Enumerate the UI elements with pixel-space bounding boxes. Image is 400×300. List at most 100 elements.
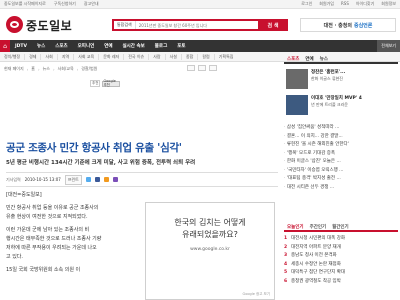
nav-item-entertainment[interactable]: 연예 bbox=[99, 43, 117, 49]
nav-more-button[interactable]: 전체보기 bbox=[377, 40, 400, 52]
breadcrumb-separator: › bbox=[37, 66, 40, 72]
list-item[interactable]: 4 세종시 수정안 논란 재점화 bbox=[284, 261, 398, 270]
login-link[interactable]: 로그인 bbox=[301, 1, 312, 7]
breadcrumb-item[interactable]: 뉴스 bbox=[43, 66, 50, 72]
feature-item[interactable]: 이대호 '만장일치 MVP' 4 년 만에 트리플 크라운 bbox=[284, 93, 398, 119]
subnav-item[interactable]: 문화 레저 bbox=[99, 53, 125, 60]
facebook-icon[interactable] bbox=[94, 177, 100, 182]
article-subhead: 5년 평균 비행시간 134시간 기준에 크게 미달, 사고 위험 증폭, 전투… bbox=[6, 160, 196, 166]
nav-item-blog[interactable]: 블로그 bbox=[150, 43, 172, 49]
list-item[interactable]: 5 대덕특구 첨단 연구단지 확대 bbox=[284, 269, 398, 278]
search-button[interactable]: 검 색 bbox=[258, 19, 288, 31]
find-id-link[interactable]: 아이디찾기 bbox=[356, 1, 374, 7]
article-paragraph: 민간 항공사 취업 등을 이유로 공군 조종사의 유출 현상이 여전한 것으로 지… bbox=[6, 205, 99, 220]
print-icon[interactable] bbox=[209, 65, 217, 71]
subnav-item[interactable]: 사설 bbox=[166, 53, 182, 60]
home-icon[interactable]: ⌂ bbox=[0, 40, 10, 52]
google-recommend-button[interactable]: Google 추천 bbox=[102, 79, 121, 87]
subnav-item[interactable]: 사회 교육 bbox=[74, 53, 100, 60]
nav-item-photo[interactable]: 포토 bbox=[172, 43, 190, 49]
sidebar-tabs: 스포츠 연예 뉴스 bbox=[284, 55, 398, 64]
site-logo[interactable]: 중도일보 bbox=[26, 17, 72, 34]
list-item[interactable]: 한화 이글스 '삼진' 오늘은 ... bbox=[284, 158, 398, 167]
article-tools bbox=[187, 65, 217, 71]
breadcrumb-item[interactable]: 사회/교육 bbox=[58, 66, 74, 72]
feature-thumbnail[interactable] bbox=[286, 95, 308, 115]
subnav-item[interactable]: 사회 bbox=[41, 53, 58, 60]
logo-icon[interactable] bbox=[6, 16, 23, 33]
list-item[interactable]: 류현진 '올 시즌 해외진출 안한다' bbox=[284, 141, 398, 150]
google-ad-box[interactable]: 한국의 김치는 어떻게 유래되었을까요? www.google.co.kr Go… bbox=[145, 202, 275, 300]
breadcrumb-label: 현재 페이지 bbox=[4, 66, 24, 71]
member-info-link[interactable]: 회원정보 bbox=[381, 1, 396, 7]
list-item[interactable]: 6 충청권 광역철도 착공 임박 bbox=[284, 278, 398, 287]
nav-item-jdtv[interactable]: JDTV bbox=[10, 44, 32, 49]
ad-url[interactable]: www.google.co.kr bbox=[146, 247, 274, 252]
breadcrumb-separator: › bbox=[52, 66, 55, 72]
list-item[interactable]: 3 충남도 청사 이전 본격화 bbox=[284, 252, 398, 261]
list-item[interactable]: '행복' 모드로 기대감 증폭 bbox=[284, 150, 398, 159]
feature-desc: 한화 이글스 류현진 bbox=[311, 76, 343, 81]
article-dateline: [대전=중도일보] bbox=[6, 192, 42, 198]
subscribe-link[interactable]: 구독신청하기 bbox=[54, 1, 76, 7]
nav-item-news[interactable]: 뉴스 bbox=[32, 43, 50, 49]
subnav-item[interactable]: 기획특집 bbox=[215, 54, 238, 60]
tab-weekly-popular[interactable]: 주간인기 bbox=[307, 223, 330, 230]
main-nav: ⌂ JDTV 뉴스 스포츠 오피니언 연예 실시간 속보 블로그 포토 전체보기 bbox=[0, 40, 400, 52]
feature-item[interactable]: 정찬은 '홈런포'... 한화 이글스 류현진 bbox=[284, 67, 398, 93]
tab-sports[interactable]: 스포츠 bbox=[284, 55, 302, 62]
breadcrumb-item[interactable]: 홈 bbox=[31, 66, 35, 72]
feature-title[interactable]: 정찬은 '홈런포'... bbox=[311, 69, 345, 75]
tab-entertainment[interactable]: 연예 bbox=[302, 55, 316, 62]
ad-attribution[interactable]: Google 광고 보기 bbox=[243, 292, 270, 297]
search-input[interactable] bbox=[135, 21, 258, 29]
promo-highlight: 중심언론 bbox=[353, 22, 373, 29]
list-item[interactable]: 삼성 '집안싸움' 성적따라 ... bbox=[284, 124, 398, 133]
list-item[interactable]: 대전 시티즌 선두 경쟁 ... bbox=[284, 184, 398, 193]
popular-list: 1 대전시청 시민편의 대폭 강화 2 대전지역 아파트 분양 재개 3 충남도 청사… bbox=[284, 235, 398, 286]
font-larger-icon[interactable] bbox=[187, 65, 195, 71]
ad-info-link[interactable]: 광고안내 bbox=[84, 1, 99, 7]
sidebar-sports: 스포츠 연예 뉴스 정찬은 '홈런포'... 한화 이글스 류현진 이대호 '만… bbox=[284, 55, 398, 192]
tab-news[interactable]: 뉴스 bbox=[317, 55, 331, 62]
nav-item-sports[interactable]: 스포츠 bbox=[50, 43, 72, 49]
rss-link[interactable]: RSS bbox=[341, 1, 349, 7]
list-item[interactable]: '국민타자' 이승엽 오릭스행 ... bbox=[284, 167, 398, 176]
subnav-item[interactable]: 사람 bbox=[149, 53, 166, 60]
nav-item-breaking[interactable]: 실시간 속보 bbox=[118, 43, 150, 49]
twitter-icon[interactable] bbox=[85, 177, 91, 182]
share-bar: 추천 Google 추천 bbox=[90, 79, 121, 87]
yozm-icon[interactable] bbox=[112, 177, 118, 182]
feature-thumbnail[interactable] bbox=[286, 69, 308, 89]
feature-title[interactable]: 이대호 '만장일치 MVP' 4 bbox=[311, 95, 362, 101]
me2day-icon[interactable] bbox=[103, 177, 109, 182]
article-headline: 공군 조종사 민간 항공사 취업 유출 '심각' bbox=[6, 142, 182, 154]
subnav-item[interactable]: 경제 bbox=[25, 53, 42, 60]
breadcrumb: 현재 페이지 › 홈 › 뉴스 › 사회/교육 › 경찰/법원 bbox=[4, 65, 97, 73]
top-utility-bar: 중도일보를 시작페이지로 구독신청하기 광고안내 로그인 회원가입 RSS 아이… bbox=[0, 0, 400, 9]
ad-headline-line2: 유래되었을까요? bbox=[182, 230, 238, 239]
subnav-item[interactable]: 전국 이슈 bbox=[124, 53, 150, 60]
print-button[interactable]: 프린트 bbox=[64, 174, 82, 185]
list-item[interactable]: '대표팀 충격' 박지성 출전 ... bbox=[284, 175, 398, 184]
nav-item-opinion[interactable]: 오피니언 bbox=[73, 43, 100, 49]
list-item[interactable]: 2 대전지역 아파트 분양 재개 bbox=[284, 244, 398, 253]
tab-monthly-popular[interactable]: 월간인기 bbox=[329, 223, 352, 230]
list-item[interactable]: 결혼... 이 의지... 강한 결말... bbox=[284, 133, 398, 142]
subnav-item[interactable]: 칼럼 bbox=[198, 53, 215, 60]
subnav-item[interactable]: 정치/행정 bbox=[0, 53, 26, 60]
list-item[interactable]: 1 대전시청 시민편의 대폭 강화 bbox=[284, 235, 398, 244]
popular-tabs: 오늘인기 주간인기 월간인기 bbox=[284, 223, 398, 232]
search-scope-select[interactable]: 통합검색 bbox=[114, 21, 136, 29]
promo-text: 대전 · 충청의 bbox=[323, 22, 352, 29]
set-homepage-link[interactable]: 중도일보를 시작페이지로 bbox=[4, 1, 46, 7]
recommend-count[interactable]: 추천 bbox=[90, 80, 101, 87]
subnav-item[interactable]: 종합 bbox=[182, 53, 199, 60]
signup-link[interactable]: 회원가입 bbox=[319, 1, 334, 7]
article-body: [대전=중도일보] 민간 항공사 취업 등을 이유로 공군 조종사의 유출 현상이… bbox=[6, 191, 138, 279]
subnav-item[interactable]: 지역 bbox=[58, 53, 75, 60]
tab-today-popular[interactable]: 오늘인기 bbox=[284, 223, 307, 230]
font-smaller-icon[interactable] bbox=[198, 65, 206, 71]
promo-banner[interactable]: 대전 · 충청의 중심언론 bbox=[300, 18, 396, 32]
breadcrumb-item[interactable]: 경찰/법원 bbox=[81, 66, 97, 72]
